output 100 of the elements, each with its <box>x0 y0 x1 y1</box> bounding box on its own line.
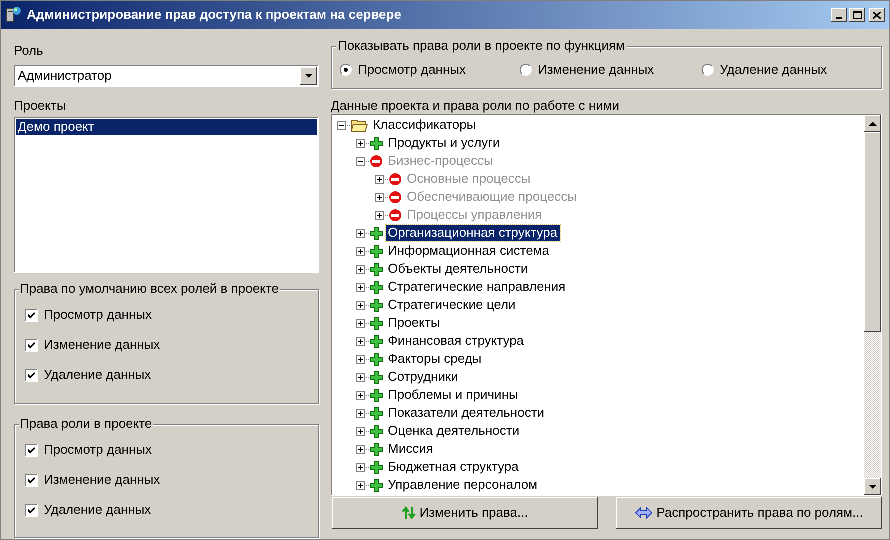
tree-item[interactable]: Объекты деятельности <box>386 261 530 277</box>
expand-toggle[interactable] <box>356 156 365 166</box>
checkbox[interactable] <box>25 504 38 516</box>
expand-toggle[interactable] <box>356 480 365 490</box>
plus-icon <box>358 248 363 254</box>
tree-item[interactable]: Стратегические цели <box>386 297 518 313</box>
expand-toggle[interactable] <box>375 192 384 202</box>
scroll-up-button[interactable] <box>864 115 881 132</box>
plus-icon <box>358 374 363 380</box>
tree-item[interactable]: Классификаторы <box>371 117 478 133</box>
plus-icon <box>358 230 363 236</box>
radio-label: Изменение данных <box>538 60 654 79</box>
scroll-thumb[interactable] <box>864 132 881 332</box>
expand-toggle[interactable] <box>356 408 365 418</box>
tree-item[interactable]: Миссия <box>386 441 436 457</box>
tree-item[interactable]: Управление персоналом <box>386 477 540 493</box>
expand-toggle[interactable] <box>375 174 384 184</box>
scroll-down-button[interactable] <box>864 478 881 495</box>
tree-item[interactable]: Информационная система <box>386 243 552 259</box>
tree-item[interactable]: Организационная структура <box>386 225 560 241</box>
expand-toggle[interactable] <box>356 390 365 400</box>
expand-toggle[interactable] <box>356 336 365 346</box>
checkbox-label: Изменение данных <box>44 336 160 354</box>
expand-toggle[interactable] <box>337 120 346 130</box>
down-arrow-icon <box>304 74 312 78</box>
down-arrow-icon <box>868 484 876 488</box>
plus-icon <box>358 338 363 344</box>
tree-item[interactable]: Сотрудники <box>386 369 460 385</box>
plus-icon <box>358 320 363 326</box>
checkbox[interactable] <box>25 308 38 322</box>
plus-icon <box>358 446 363 452</box>
minus-icon <box>339 122 344 128</box>
radio-button[interactable] <box>702 64 714 76</box>
plus-icon <box>358 410 363 416</box>
tree-item[interactable]: Стратегические направления <box>386 279 568 295</box>
role-dropdown[interactable]: Администратор <box>14 65 319 87</box>
plus-icon <box>358 140 363 146</box>
scrollbar[interactable] <box>864 115 881 495</box>
expand-toggle[interactable] <box>356 426 365 436</box>
plus-icon <box>358 356 363 362</box>
minus-icon <box>358 158 363 164</box>
dropdown-button[interactable] <box>300 67 317 85</box>
radio-label: Удаление данных <box>720 60 828 79</box>
up-arrow-icon <box>868 122 876 126</box>
project-item[interactable]: Демо проект <box>16 119 317 135</box>
plus-icon <box>358 266 363 272</box>
tree-item[interactable]: Оценка деятельности <box>386 423 522 439</box>
close-icon <box>873 12 881 18</box>
radio-label: Просмотр данных <box>358 60 466 79</box>
action-button[interactable]: Изменить права... <box>332 497 598 529</box>
tree-item[interactable]: Факторы среды <box>386 351 484 367</box>
checkmark-icon <box>28 372 35 378</box>
checkmark-icon <box>28 312 35 318</box>
expand-toggle[interactable] <box>356 282 365 292</box>
expand-toggle[interactable] <box>356 300 365 310</box>
plus-icon <box>377 194 382 200</box>
checkbox[interactable] <box>25 338 38 352</box>
checkmark-icon <box>28 506 35 514</box>
checkbox-label: Изменение данных <box>44 471 160 490</box>
plus-icon <box>358 392 363 398</box>
expand-toggle[interactable] <box>356 444 365 454</box>
tree-item[interactable]: Проекты <box>386 315 442 331</box>
window-title: Администрирование прав доступа к проектам на сервере <box>27 6 402 24</box>
expand-toggle[interactable] <box>356 228 365 238</box>
expand-toggle[interactable] <box>356 246 365 256</box>
tree-item[interactable]: Продукты и услуги <box>386 135 502 151</box>
plus-icon <box>358 428 363 434</box>
groupbox-title: Показывать права роли в проекте по функциям <box>336 38 627 54</box>
expand-toggle[interactable] <box>356 318 365 328</box>
app-icon <box>5 6 23 24</box>
checkbox[interactable] <box>25 474 38 486</box>
plus-icon <box>358 284 363 290</box>
expand-toggle[interactable] <box>356 354 365 364</box>
expand-toggle[interactable] <box>356 138 365 148</box>
role-label: Роль <box>14 42 44 59</box>
checkbox-label: Удаление данных <box>44 366 152 384</box>
checkmark-icon <box>28 342 35 348</box>
expand-toggle[interactable] <box>356 264 365 274</box>
plus-icon <box>377 176 382 182</box>
close-button[interactable] <box>869 8 885 22</box>
maximize-button[interactable] <box>849 8 865 22</box>
action-button[interactable]: Распространить права по ролям... <box>616 497 882 529</box>
tree-item[interactable]: Бюджетная структура <box>386 459 521 475</box>
tree-item[interactable]: Проблемы и причины <box>386 387 520 403</box>
checkbox[interactable] <box>25 368 38 382</box>
tree-item[interactable]: Показатели деятельности <box>386 405 547 421</box>
tree-item[interactable]: Финансовая структура <box>386 333 526 349</box>
checkbox-label: Просмотр данных <box>44 441 152 460</box>
groupbox-title: Права по умолчанию всех ролей в проекте <box>19 281 280 297</box>
checkmark-icon <box>28 476 35 484</box>
expand-toggle[interactable] <box>375 210 384 220</box>
minimize-button[interactable] <box>831 8 847 22</box>
expand-toggle[interactable] <box>356 372 365 382</box>
radio-button[interactable] <box>340 64 352 76</box>
plus-icon <box>358 482 363 488</box>
radio-button[interactable] <box>520 64 532 76</box>
expand-toggle[interactable] <box>356 462 365 472</box>
checkbox[interactable] <box>25 444 38 456</box>
projects-label: Проекты <box>14 97 68 114</box>
plus-icon <box>377 212 382 218</box>
